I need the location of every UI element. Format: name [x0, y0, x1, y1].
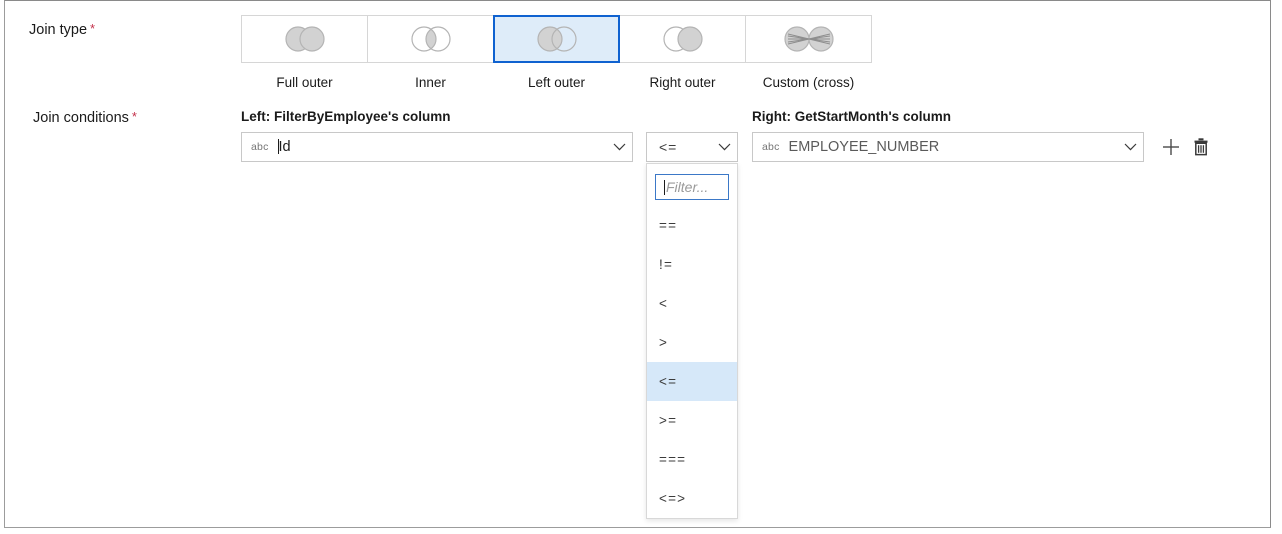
join-type-option-right-outer[interactable]: [619, 15, 746, 63]
venn-left-outer-icon: [536, 26, 577, 52]
join-type-selector[interactable]: Full outer Inner Left outer Right outer …: [241, 15, 872, 90]
join-type-caption-left-outer: Left outer: [527, 75, 586, 90]
right-column-select[interactable]: abc EMPLOYEE_NUMBER: [752, 132, 1144, 162]
join-dialog-panel: Join type * Full outer Inner Left outer …: [4, 0, 1271, 528]
join-type-option-inner-wrap: Inner: [367, 15, 494, 90]
join-type-option-inner[interactable]: [367, 15, 494, 63]
text-cursor: [664, 179, 665, 195]
join-type-label: Join type *: [29, 21, 96, 38]
operator-dropdown-list[interactable]: Filter... == != < > <= >= === <=>: [646, 163, 738, 519]
trash-icon: [1194, 138, 1208, 156]
join-type-option-right-outer-wrap: Right outer: [619, 15, 746, 90]
venn-cross-join-icon: [783, 26, 834, 52]
join-type-required-marker: *: [90, 21, 96, 36]
join-type-caption-inner: Inner: [415, 75, 446, 90]
operator-option-lt[interactable]: <: [647, 284, 737, 323]
left-column-type-badge: abc: [251, 141, 269, 153]
join-type-label-text: Join type: [29, 22, 88, 38]
operator-filter-input[interactable]: Filter...: [655, 174, 729, 200]
operator-option-neq[interactable]: !=: [647, 245, 737, 284]
operator-option-lte[interactable]: <=: [647, 362, 737, 401]
venn-full-outer-icon: [284, 26, 325, 52]
operator-option-strict-eq[interactable]: ===: [647, 440, 737, 479]
right-column-value: EMPLOYEE_NUMBER: [788, 139, 940, 155]
left-column-header: Left: FilterByEmployee's column: [241, 109, 451, 124]
join-configuration-screen: Join type * Full outer Inner Left outer …: [0, 0, 1282, 534]
join-type-caption-right-outer: Right outer: [649, 75, 716, 90]
operator-select[interactable]: <=: [646, 132, 738, 162]
operator-filter-placeholder: Filter...: [666, 179, 709, 195]
join-type-caption-custom-cross: Custom (cross): [762, 75, 855, 90]
operator-option-gt[interactable]: >: [647, 323, 737, 362]
right-column-header: Right: GetStartMonth's column: [752, 109, 951, 124]
left-column-value-text: Id: [278, 139, 291, 155]
join-type-caption-full-outer: Full outer: [276, 75, 333, 90]
left-column-select[interactable]: abc Id: [241, 132, 633, 162]
venn-right-outer-icon: [662, 26, 703, 52]
join-type-option-full-outer-wrap: Full outer: [241, 15, 368, 90]
join-conditions-label-text: Join conditions: [33, 110, 129, 126]
operator-option-eq[interactable]: ==: [647, 206, 737, 245]
join-type-option-custom-cross-wrap: Custom (cross): [745, 15, 872, 90]
chevron-down-icon[interactable]: [711, 143, 737, 151]
operator-option-gte[interactable]: >=: [647, 401, 737, 440]
operator-value: <=: [659, 139, 678, 155]
operator-option-null-safe-eq[interactable]: <=>: [647, 479, 737, 518]
chevron-down-icon[interactable]: [1117, 143, 1143, 151]
venn-inner-icon: [410, 26, 451, 52]
add-condition-button[interactable]: [1158, 134, 1184, 160]
join-conditions-label: Join conditions *: [33, 109, 137, 126]
join-type-option-full-outer[interactable]: [241, 15, 368, 63]
join-type-option-left-outer-wrap: Left outer: [493, 15, 620, 90]
chevron-down-icon[interactable]: [606, 143, 632, 151]
plus-icon: [1163, 139, 1179, 155]
right-column-type-badge: abc: [762, 141, 780, 153]
join-type-option-left-outer[interactable]: [493, 15, 620, 63]
join-conditions-required-marker: *: [131, 109, 137, 124]
left-column-value: Id: [277, 139, 606, 155]
delete-condition-button[interactable]: [1188, 134, 1214, 160]
join-type-option-custom-cross[interactable]: [745, 15, 872, 63]
